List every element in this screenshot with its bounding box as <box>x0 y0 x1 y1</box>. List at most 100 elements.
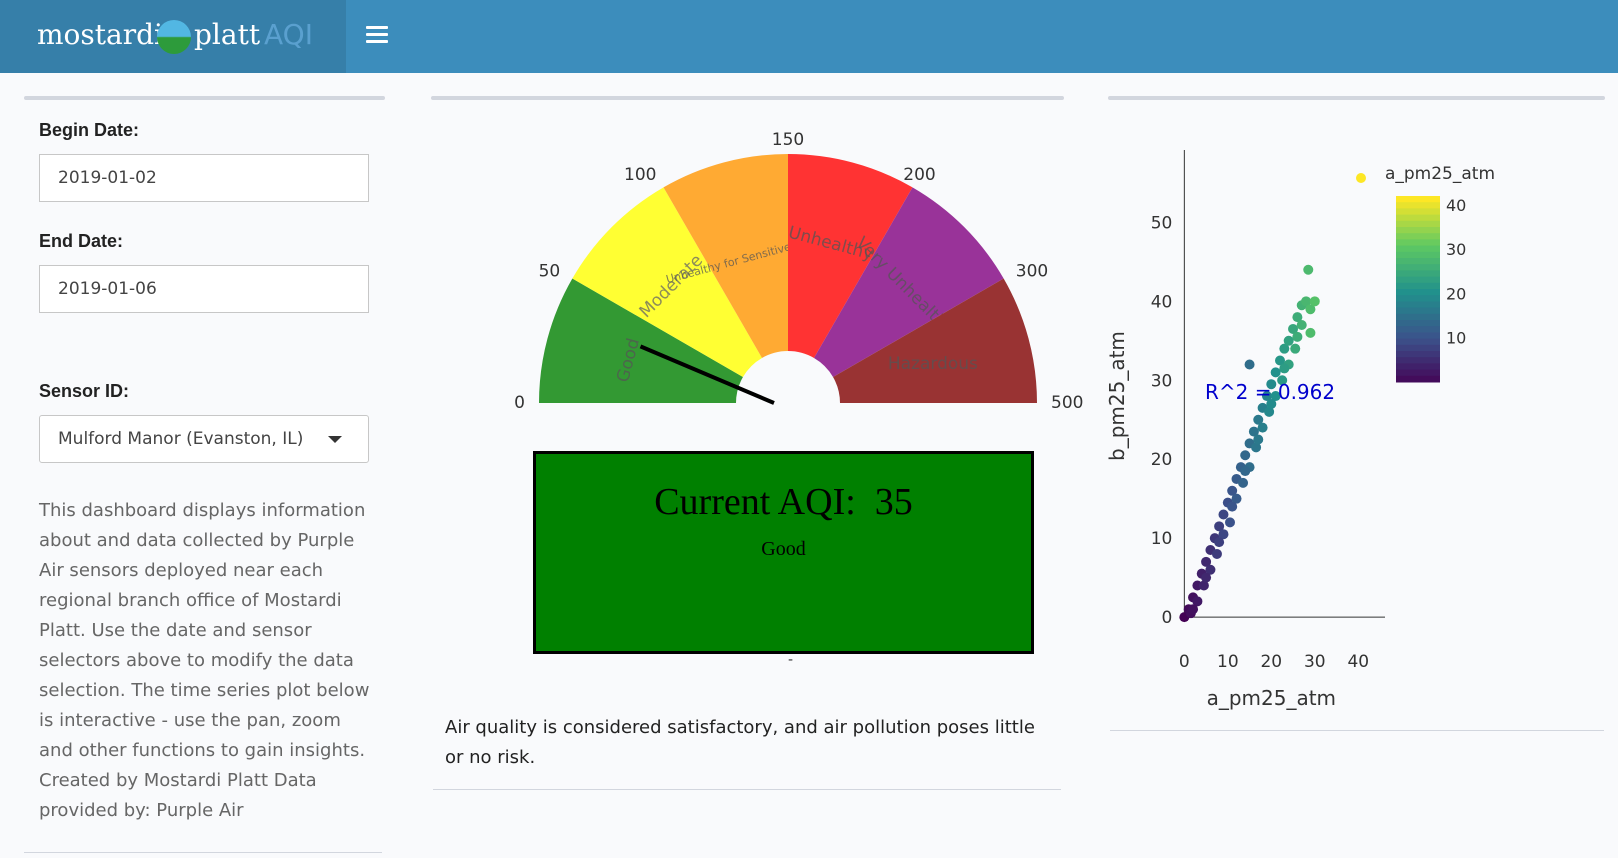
r-squared-annotation: R^2 = 0.962 <box>1205 380 1335 404</box>
colorbar-segment <box>1396 196 1440 203</box>
scatter-box-top <box>1108 96 1605 100</box>
gauge-tick-label: 150 <box>772 130 804 150</box>
colorbar-segment <box>1396 233 1440 240</box>
colorbar-segment <box>1396 258 1440 265</box>
colorbar-segment <box>1396 239 1440 247</box>
x-tick-label: 30 <box>1304 652 1326 672</box>
begin-date-label: Begin Date: <box>39 120 140 140</box>
scatter-point <box>1309 296 1320 307</box>
gauge-tick-label: 300 <box>1016 262 1048 282</box>
brand-suffix: AQI <box>264 18 313 51</box>
end-date-label: End Date: <box>39 231 124 251</box>
colorbar-segment <box>1396 307 1440 315</box>
colorbar-segment <box>1396 270 1440 278</box>
legend-marker <box>1356 173 1366 183</box>
y-axis-label: b_pm25_atm <box>1105 331 1129 461</box>
gauge-tick-label: 200 <box>903 165 935 185</box>
aqi-gauge: GoodModerateUnhealthy for Sensitive Grou… <box>514 130 1083 413</box>
hamburger-icon[interactable] <box>366 26 388 46</box>
colorbar-tick-label: 30 <box>1446 240 1466 259</box>
brand-left-text: mostardi <box>37 18 163 51</box>
colorbar-segment <box>1396 313 1440 321</box>
sensor-select-value: Mulford Manor (Evanston, IL) <box>58 429 304 449</box>
begin-date-input[interactable]: 2019-01-02 <box>39 154 369 202</box>
scatter-point <box>1244 359 1255 370</box>
colorbar-segment <box>1396 208 1440 216</box>
scatter-point <box>1283 335 1294 346</box>
y-tick-label: 50 <box>1151 213 1173 233</box>
y-tick-label: 20 <box>1151 450 1173 470</box>
aqi-category: Good <box>761 538 806 560</box>
brand-logo[interactable]: mostardi platt AQI <box>0 0 346 73</box>
colorbar-segment <box>1396 375 1440 383</box>
colorbar-segment <box>1396 326 1440 333</box>
colorbar-tick-label: 10 <box>1446 329 1466 348</box>
y-tick-label: 30 <box>1151 371 1173 391</box>
current-aqi-title: Current AQI: 35 <box>654 481 913 523</box>
gauge-bottom-divider <box>433 789 1061 790</box>
scatter-point <box>1257 422 1268 433</box>
scatter-point <box>1292 331 1303 342</box>
sensor-select[interactable]: Mulford Manor (Evanston, IL) <box>39 415 369 463</box>
scatter-point <box>1227 501 1238 512</box>
colorbar-segment <box>1396 220 1440 228</box>
scatter-point <box>1218 509 1229 520</box>
globe-logo-icon <box>157 20 191 54</box>
scatter-point <box>1270 367 1281 378</box>
scatter-bottom-divider <box>1110 730 1604 731</box>
colorbar-segment <box>1396 245 1440 253</box>
aqi-dash: - <box>788 652 794 668</box>
colorbar-segment <box>1396 202 1440 209</box>
aqi-advice: Air quality is considered satisfactory, … <box>445 717 1035 768</box>
scatter-point <box>1211 548 1222 559</box>
colorbar-segment <box>1396 301 1440 309</box>
scatter-point <box>1253 434 1264 445</box>
scatter-point <box>1240 450 1251 461</box>
colorbar-tick-label: 40 <box>1446 196 1466 215</box>
current-aqi-box: Current AQI: 35 Good <box>533 451 1034 654</box>
scatter-point <box>1214 537 1225 548</box>
scatter-point <box>1225 517 1235 528</box>
y-tick-label: 10 <box>1151 529 1173 549</box>
x-tick-label: 0 <box>1179 652 1190 672</box>
dashboard-description: This dashboard displays information abou… <box>39 500 370 821</box>
brand-right-text: platt <box>194 18 261 51</box>
end-date-input[interactable]: 2019-01-06 <box>39 265 369 313</box>
scatter-point <box>1238 477 1249 488</box>
colorbar-title: a_pm25_atm <box>1385 164 1495 184</box>
sensor-id-label: Sensor ID: <box>39 381 130 401</box>
scatter-point <box>1290 343 1301 354</box>
gauge-band-label-5: Hazardous <box>888 354 978 374</box>
sidebar-box-top <box>24 96 385 100</box>
colorbar-segment <box>1396 351 1440 358</box>
scatter-point <box>1240 466 1251 477</box>
colorbar-segment <box>1396 344 1440 352</box>
chevron-down-icon <box>328 436 342 443</box>
gauge-tick-label: 50 <box>539 262 561 282</box>
colorbar-segment <box>1396 282 1440 290</box>
scatter-point <box>1303 264 1314 275</box>
colorbar-segment <box>1396 227 1440 234</box>
colorbar-segment <box>1396 332 1440 340</box>
colorbar-segment <box>1396 338 1440 346</box>
gauge-tick-label: 100 <box>624 165 656 185</box>
sidebar-bottom-divider <box>24 852 382 853</box>
colorbar-segment <box>1396 369 1440 377</box>
colorbar-segment <box>1396 264 1440 271</box>
colorbar-segment <box>1396 214 1440 222</box>
scatter-chart[interactable]: 0 10 20 30 40 0 10 20 30 40 50 a_pm25_atm b_pm25_atm… <box>1100 120 1618 720</box>
colorbar-segment <box>1396 295 1440 302</box>
gauge-tick-label: 500 <box>1051 393 1083 413</box>
x-tick-label: 20 <box>1260 652 1282 672</box>
y-tick-label: 0 <box>1162 608 1173 628</box>
scatter-point <box>1296 320 1307 330</box>
gauge-tick-label: 0 <box>514 393 525 413</box>
colorbar-segment <box>1396 357 1440 364</box>
scatter-point <box>1188 604 1199 615</box>
x-tick-label: 10 <box>1217 652 1239 672</box>
colorbar-tick-label: 20 <box>1446 284 1466 303</box>
colorbar-segment <box>1396 289 1440 296</box>
colorbar-segment <box>1396 251 1440 259</box>
scatter-point <box>1279 363 1290 374</box>
x-axis-label: a_pm25_atm <box>1207 686 1336 710</box>
